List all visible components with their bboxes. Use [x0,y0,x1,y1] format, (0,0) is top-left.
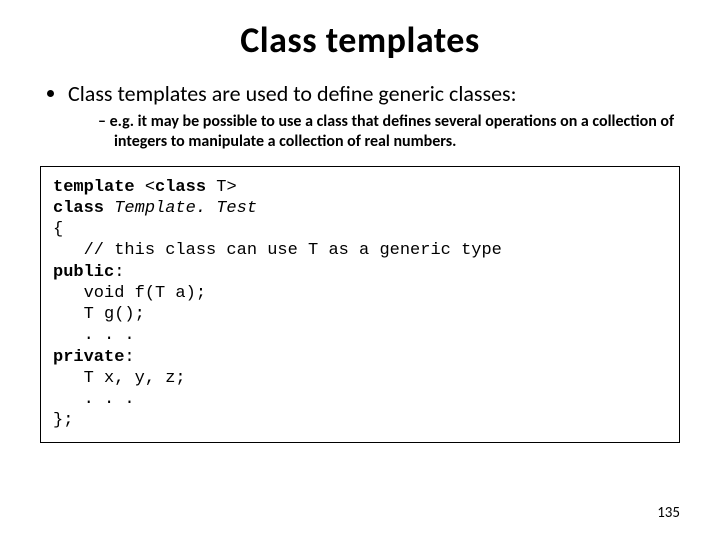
bullet-level2: e.g. it may be possible to use a class t… [98,112,680,152]
bullet-text: Class templates are used to define gener… [68,80,517,107]
code-block: template <class T> class Template. Test … [40,166,680,443]
code-text: { [53,220,63,239]
bullet-list: Class templates are used to define gener… [40,80,680,152]
code-text: T g(); [53,305,145,324]
code-text: T> [206,178,237,197]
code-text: : [124,348,134,367]
code-keyword: public [53,263,114,282]
sub-bullet-text: e.g. it may be possible to use a class t… [110,112,674,151]
slide-title: Class templates [40,18,680,62]
code-text: < [135,178,155,197]
sub-bullet-list: e.g. it may be possible to use a class t… [68,112,680,152]
code-text: T x, y, z; [53,369,186,388]
page-number: 135 [657,504,680,522]
bullet-level1: Class templates are used to define gener… [68,80,680,152]
code-text: . . . [53,326,135,345]
code-keyword: class [155,178,206,197]
code-keyword: private [53,348,124,367]
code-text: . . . [53,390,135,409]
code-keyword: template [53,178,135,197]
code-keyword: class [53,199,104,218]
code-text: void f(T a); [53,284,206,303]
code-text: : [114,263,124,282]
code-text: }; [53,411,73,430]
code-text [104,199,114,218]
code-text: // this class can use T as a generic typ… [53,241,502,260]
code-classname: Template. Test [114,199,257,218]
